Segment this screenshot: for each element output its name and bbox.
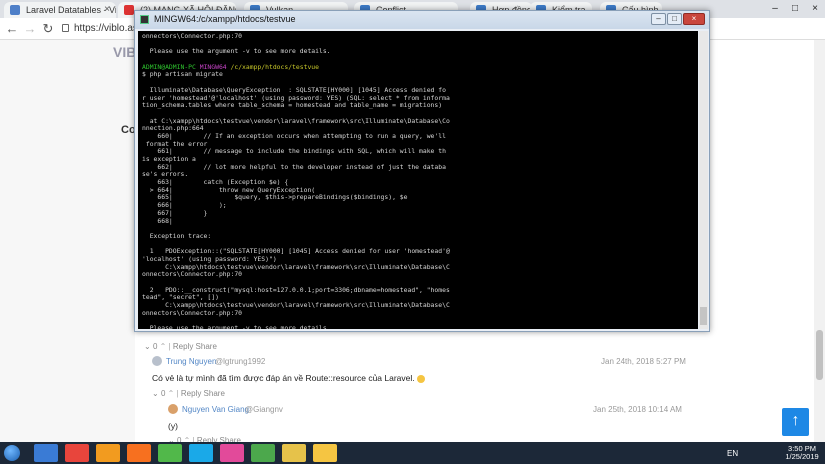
close-icon[interactable]: × [805, 0, 825, 18]
terminal-text: onnectors\Connector.php:70 [142, 308, 243, 317]
avatar[interactable] [168, 404, 178, 414]
back-to-top-button[interactable]: ↑ [782, 408, 809, 436]
terminal-line: onnectors\Connector.php:70 [142, 308, 694, 318]
vote-count: 0 [152, 342, 158, 351]
terminal-title: MINGW64:/c/xampp/htdocs/testvue [154, 14, 296, 24]
terminal-text: /c/xampp/htdocs/testvue [230, 62, 320, 71]
terminal-line: at C:\xampp\htdocs\testvue\vendor\larave… [142, 117, 694, 126]
minimize-icon[interactable]: – [765, 0, 785, 18]
terminal-line: onnectors\Connector.php:70 [142, 32, 694, 41]
share-link[interactable]: Share [196, 342, 217, 351]
vote-icon[interactable]: ⌄ [144, 342, 151, 351]
terminal-output[interactable]: onnectors\Connector.php:70 Please use th… [138, 31, 698, 329]
comment-text: Có vẻ là tự mình đã tìm được đáp án về R… [152, 373, 425, 383]
maximize-icon[interactable]: □ [785, 0, 805, 18]
smile-emoji-icon [416, 374, 425, 383]
sublime-icon[interactable] [96, 444, 120, 462]
maximize-icon[interactable]: □ [667, 13, 682, 25]
terminal-line: $ php artisan migrate [142, 71, 694, 79]
terminal-text: onnectors\Connector.php:70 [142, 32, 243, 40]
vote-count: 0 [160, 389, 166, 398]
system-tray[interactable] [745, 447, 781, 459]
back-icon[interactable]: ← [4, 21, 20, 36]
terminal-line: 2 PDO::__construct("mysql:host=127.0.0.1… [142, 286, 694, 295]
tool-icon[interactable] [158, 444, 182, 462]
comment-body: Có vẻ là tự mình đã tìm được đáp án về R… [152, 373, 415, 383]
reply-link[interactable]: Reply [173, 342, 193, 351]
terminal-text: Exception trace: [142, 231, 212, 240]
terminal-line: onnectors\Connector.php:70 [142, 270, 694, 279]
comment-text: (y) [168, 421, 178, 431]
comment-date[interactable]: Jan 25th, 2018 10:14 AM [593, 405, 682, 414]
terminal-line: Exception trace: [142, 231, 694, 241]
close-icon[interactable]: × [683, 13, 705, 25]
terminal-line: 666| ); [142, 201, 694, 210]
vote-icon[interactable]: ⌄ [152, 389, 159, 398]
page-left-strip [0, 40, 135, 442]
comment-date[interactable]: Jan 24th, 2018 5:27 PM [601, 357, 686, 366]
xampp-icon[interactable] [127, 444, 151, 462]
terminal-text: onnectors\Connector.php:70 [142, 270, 243, 279]
terminal-scrollbar[interactable] [699, 31, 708, 329]
comment-handle[interactable]: @Giangnv [245, 405, 283, 414]
terminal-text: Please use the argument -v to see more d… [142, 324, 331, 329]
terminal-line: 662| // lot more helpful to the develope… [142, 163, 694, 172]
tab-close-icon[interactable]: × [104, 2, 110, 18]
terminal-window-controls: – □ × [651, 13, 705, 25]
arrow-up-icon: ↑ [791, 412, 800, 429]
comment-author[interactable]: Nguyen Van Giang [182, 405, 249, 414]
skype-icon[interactable] [189, 444, 213, 462]
comment-actions: ⌄ 0 ⌃ | Reply Share [152, 389, 225, 398]
tab-title: Laravel Datatables - Viblo [26, 5, 116, 15]
browser-tab[interactable]: Laravel Datatables - Viblo × [4, 2, 116, 18]
window-controls: – □ × [765, 0, 825, 18]
terminal-line: tion_schema.tables where table_schema = … [142, 101, 694, 110]
terminal-text: $ php artisan migrate [142, 70, 223, 79]
facebook-favicon-icon [124, 5, 134, 15]
lock-icon [62, 24, 69, 32]
terminal-line: 667| } [142, 209, 694, 218]
comments-section: ⌄ 0 ⌃ | Reply Share Trung Nguyen @lgtrun… [136, 330, 814, 445]
avatar[interactable] [152, 356, 162, 366]
git-icon[interactable] [251, 444, 275, 462]
forward-icon[interactable]: → [22, 21, 38, 36]
taskbar: EN 3:50 PM 1/25/2019 [0, 442, 825, 464]
reply-link[interactable]: Reply [181, 389, 201, 398]
share-link[interactable]: Share [204, 389, 225, 398]
comment-author[interactable]: Trung Nguyen [166, 357, 216, 366]
page-scrollbar-thumb[interactable] [816, 330, 823, 380]
terminal-line: Please use the argument -v to see more d… [142, 324, 694, 329]
terminal-line: 660| // If an exception occurs when atte… [142, 132, 694, 141]
terminal-scrollbar-thumb[interactable] [700, 307, 707, 325]
reload-icon[interactable]: ↻ [40, 21, 56, 37]
page-scrollbar[interactable] [814, 40, 825, 442]
terminal-line: 661| // message to include the bindings … [142, 147, 694, 156]
language-indicator[interactable]: EN [727, 449, 738, 458]
folder-icon[interactable] [313, 444, 337, 462]
start-button[interactable] [4, 445, 20, 461]
clock[interactable]: 3:50 PM 1/25/2019 [784, 445, 820, 461]
chrome-icon[interactable] [65, 444, 89, 462]
terminal-line: 668| [142, 216, 694, 226]
comment-actions: ⌄ 0 ⌃ | Reply Share [144, 342, 217, 351]
terminal-line: Please use the argument -v to see more d… [142, 48, 694, 56]
clock-date: 1/25/2019 [785, 452, 819, 461]
terminal-window[interactable]: MINGW64:/c/xampp/htdocs/testvue – □ × on… [134, 10, 710, 332]
terminal-line: ADMIN@ADMIN-PC MINGW64 /c/xampp/htdocs/t… [142, 62, 694, 72]
terminal-icon [140, 15, 149, 24]
ie-icon[interactable] [34, 444, 58, 462]
app-icon[interactable] [220, 444, 244, 462]
explorer-icon[interactable] [282, 444, 306, 462]
minimize-icon[interactable]: – [651, 13, 666, 25]
viblo-favicon-icon [10, 5, 20, 15]
terminal-titlebar[interactable]: MINGW64:/c/xampp/htdocs/testvue – □ × [135, 11, 709, 29]
terminal-text: tion_schema.tables where table_schema = … [142, 101, 443, 110]
terminal-text: 668| [142, 216, 173, 225]
comment-handle[interactable]: @lgtrung1992 [215, 357, 265, 366]
terminal-text: Please use the argument -v to see more d… [142, 47, 331, 56]
